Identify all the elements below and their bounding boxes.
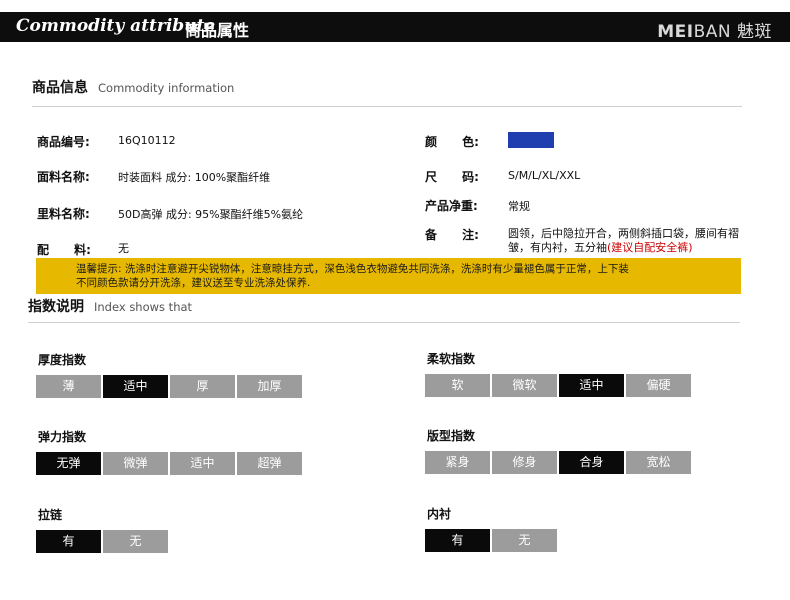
thickness-index-title: 厚度指数 [38,353,87,367]
zipper-option: 无 [103,530,168,553]
section-title-info: 商品信息 Commodity information [32,77,234,97]
zipper-index-title: 拉链 [38,508,63,522]
remark-label: 备 注: [425,228,479,242]
softness-option: 偏硬 [626,374,691,397]
care-notice-line-1: 温馨提示: 洗涤时注意避开尖锐物体，注意晾挂方式，深色浅色衣物避免共同洗涤，洗涤… [76,263,629,275]
elasticity-index-scale: 无弹 微弹 适中 超弹 [36,452,302,475]
brand-logo-bold: MEI [657,22,694,42]
softness-option: 软 [425,374,490,397]
elasticity-option: 微弹 [103,452,168,475]
section-title-index-cn: 指数说明 [28,299,84,315]
section-title-index: 指数说明 Index shows that [28,296,192,316]
section-title-index-en: Index shows that [94,300,193,314]
softness-option-selected: 适中 [559,374,624,397]
zipper-index-scale: 有无 [36,530,168,553]
elasticity-option: 适中 [170,452,235,475]
fit-option-selected: 合身 [559,451,624,474]
care-notice-line-2: 不同颜色款请分开洗涤，建议送至专业洗涤处保养. [76,277,311,289]
lining-label: 里料名称: [37,207,90,221]
softness-index-title: 柔软指数 [427,352,476,366]
divider [32,106,742,107]
lining-value: 50D高弹 成分: 95%聚酯纤维5%氨纶 [118,208,304,221]
brand-logo: MEIBAN 魅斑 [657,17,772,42]
code-label: 商品编号: [37,135,90,149]
lining-index-scale: 有无 [425,529,557,552]
fit-index-scale: 紧身 修身 合身 宽松 [425,451,691,474]
brand-logo-cn: 魅斑 [737,22,772,42]
thickness-option: 加厚 [237,375,302,398]
weight-value: 常规 [508,200,530,213]
fit-option: 修身 [492,451,557,474]
lining-option: 无 [492,529,557,552]
accessory-label: 配 料: [37,243,91,257]
remark-value: 圆领，后中隐拉开合，两侧斜插口袋，腰间有褶皱，有内衬，五分袖(建议自配安全裤) [508,227,742,255]
header-bar: Commodity attribute 商品属性 MEIBAN 魅斑 [0,12,790,42]
softness-option: 微软 [492,374,557,397]
fabric-value: 时装面料 成分: 100%聚酯纤维 [118,171,271,184]
lining-option-selected: 有 [425,529,490,552]
fit-index-title: 版型指数 [427,429,476,443]
zipper-option-selected: 有 [36,530,101,553]
size-label: 尺 码: [425,170,479,184]
thickness-option-selected: 适中 [103,375,168,398]
brand-logo-light: BAN [693,22,732,42]
elasticity-option: 超弹 [237,452,302,475]
elasticity-index-title: 弹力指数 [38,430,87,444]
section-title-info-cn: 商品信息 [32,80,88,96]
color-label: 颜 色: [425,135,479,149]
care-notice: 温馨提示: 洗涤时注意避开尖锐物体，注意晾挂方式，深色浅色衣物避免共同洗涤，洗涤… [36,258,741,294]
fit-option: 宽松 [626,451,691,474]
divider [28,322,740,323]
lining-index-title: 内衬 [427,507,452,521]
section-title-info-en: Commodity information [98,81,235,95]
fabric-label: 面料名称: [37,170,90,184]
softness-index-scale: 软微软 适中 偏硬 [425,374,691,397]
elasticity-option-selected: 无弹 [36,452,101,475]
code-value: 16Q10112 [118,134,176,147]
remark-warning: (建议自配安全裤) [607,241,693,254]
color-swatch [508,132,554,148]
thickness-option: 厚 [170,375,235,398]
thickness-index-scale: 薄适中厚加厚 [36,375,302,398]
weight-label: 产品净重: [425,199,478,213]
header-title-cn: 商品属性 [185,21,250,40]
size-value: S/M/L/XL/XXL [508,169,581,182]
fit-option: 紧身 [425,451,490,474]
accessory-value: 无 [118,242,129,255]
thickness-option: 薄 [36,375,101,398]
